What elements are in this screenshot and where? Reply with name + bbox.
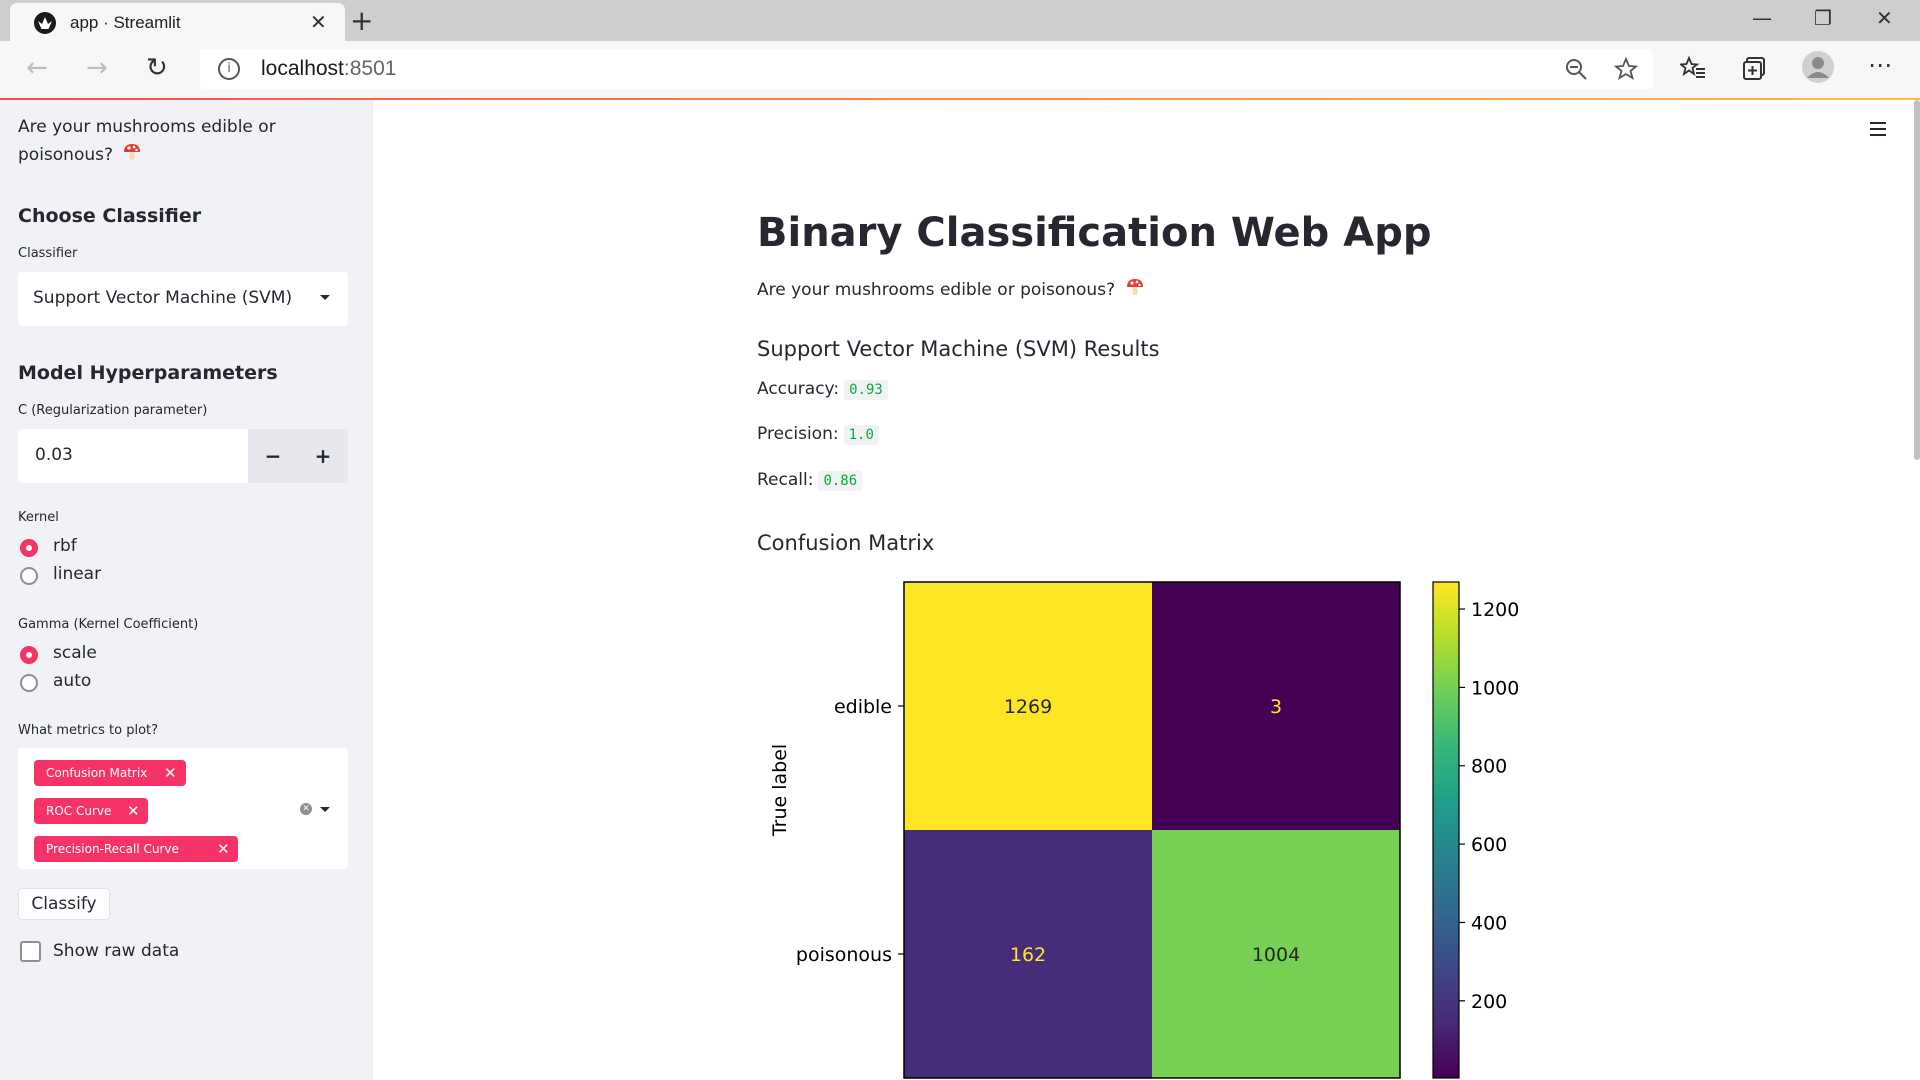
chevron-down-icon[interactable] [320,807,330,812]
more-menu-icon[interactable]: ⋯ [1868,51,1892,79]
favorites-icon[interactable] [1680,55,1706,81]
classifier-select-value: Support Vector Machine (SVM) [33,288,293,308]
colorbar-tick-label: 1200 [1471,599,1519,621]
metrics-multiselect[interactable]: Confusion Matrix ✕ ROC Curve ✕ Precision… [18,748,348,869]
colorbar-tick-label: 200 [1471,991,1507,1013]
remove-chip-icon[interactable]: ✕ [164,760,177,786]
back-icon[interactable]: ← [26,53,48,83]
cell-value-label: 1269 [1004,696,1052,718]
increment-button[interactable]: + [298,429,348,483]
page-title: Binary Classification Web App [757,210,1432,256]
kernel-label: Kernel [18,510,59,525]
browser-tab[interactable]: app · Streamlit ✕ [10,3,345,41]
cell-value-label: 3 [1270,696,1282,718]
radio-selected-icon [20,646,38,664]
recall-value: 0.86 [818,471,863,491]
confusion-matrix-chart: 1269 3 162 1004 edible poisonous True label 200… [769,581,1519,1079]
classifier-label: Classifier [18,246,78,261]
radio-unselected-icon [20,567,38,585]
refresh-icon[interactable]: ↻ [146,53,168,83]
colorbar-tick-label: 400 [1471,912,1507,934]
c-param-value: 0.03 [35,445,73,465]
metric-chip: ROC Curve ✕ [34,798,148,824]
model-hyperparameters-heading: Model Hyperparameters [18,362,278,384]
radio-label: scale [53,643,97,663]
clear-all-icon[interactable]: ✕ [300,803,312,815]
scrollbar[interactable] [1914,100,1920,460]
radio-unselected-icon [20,674,38,692]
precision-line: Precision: 1.0 [757,424,879,445]
show-raw-data-checkbox[interactable] [20,941,41,962]
favorite-star-icon[interactable] [1614,57,1638,81]
radio-selected-icon [20,539,38,557]
sidebar: Are your mushrooms edible or poisonous? … [0,100,373,1080]
url-field[interactable]: i localhost:8501 [200,49,1653,89]
restore-icon[interactable]: ❐ [1814,6,1832,30]
zoom-icon[interactable] [1564,57,1588,81]
new-tab-icon[interactable]: + [350,4,373,37]
streamlit-favicon-icon [34,12,56,34]
colorbar-tick-label: 1000 [1471,677,1519,699]
cell-value-label: 1004 [1252,944,1300,966]
address-bar-row: ← → ↻ i localhost:8501 ⋯ [0,41,1920,99]
colorbar-tick-label: 600 [1471,834,1507,856]
remove-chip-icon[interactable]: ✕ [217,836,230,862]
y-axis-label: True label [769,744,791,837]
colorbar-tick-label: 800 [1471,756,1507,778]
gamma-label: Gamma (Kernel Coefficient) [18,617,199,632]
metric-chip: Precision-Recall Curve ✕ [34,836,238,862]
tab-title: app · Streamlit [70,13,181,32]
results-heading: Support Vector Machine (SVM) Results [757,337,1160,361]
c-param-number-input: 0.03 − + [18,429,348,483]
hamburger-menu-icon[interactable] [1870,122,1886,140]
precision-value: 1.0 [843,425,879,445]
forward-icon[interactable]: → [86,53,108,83]
y-tick-label: edible [834,696,892,718]
page-subtitle: Are your mushrooms edible or poisonous? [757,277,1145,300]
chevron-down-icon [320,295,330,300]
y-tick-label: poisonous [796,944,892,966]
metric-chip: Confusion Matrix ✕ [34,760,186,786]
c-param-field[interactable]: 0.03 [18,429,248,483]
classify-button[interactable]: Classify [18,888,110,920]
radio-label: linear [53,564,102,584]
accuracy-line: Accuracy: 0.93 [757,379,888,400]
decrement-button[interactable]: − [248,429,298,483]
confusion-matrix-heading: Confusion Matrix [757,531,935,555]
recall-line: Recall: 0.86 [757,470,863,491]
site-info-icon[interactable]: i [218,58,240,80]
radio-label: rbf [53,536,77,556]
collections-icon[interactable] [1742,55,1768,81]
sidebar-description: Are your mushrooms edible or poisonous? [18,117,276,165]
choose-classifier-heading: Choose Classifier [18,205,202,227]
browser-tab-bar: app · Streamlit ✕ + — ❐ ✕ [0,0,1920,41]
radio-label: auto [53,671,92,691]
accuracy-value: 0.93 [844,380,888,400]
metrics-label: What metrics to plot? [18,723,159,738]
url-text: localhost:8501 [261,57,397,80]
colorbar [1432,581,1460,1079]
classifier-select[interactable]: Support Vector Machine (SVM) [18,272,348,326]
mushroom-icon [124,144,141,160]
close-tab-icon[interactable]: ✕ [310,10,327,34]
accuracy-label: Accuracy: [757,379,840,399]
show-raw-data-label[interactable]: Show raw data [53,937,179,965]
mushroom-icon [1126,279,1143,295]
profile-avatar-icon[interactable] [1802,51,1834,83]
precision-label: Precision: [757,424,839,444]
remove-chip-icon[interactable]: ✕ [127,798,140,824]
minimize-icon[interactable]: — [1752,6,1772,30]
recall-label: Recall: [757,470,814,490]
close-window-icon[interactable]: ✕ [1876,6,1893,30]
cell-value-label: 162 [1010,944,1046,966]
c-param-label: C (Regularization parameter) [18,403,208,418]
